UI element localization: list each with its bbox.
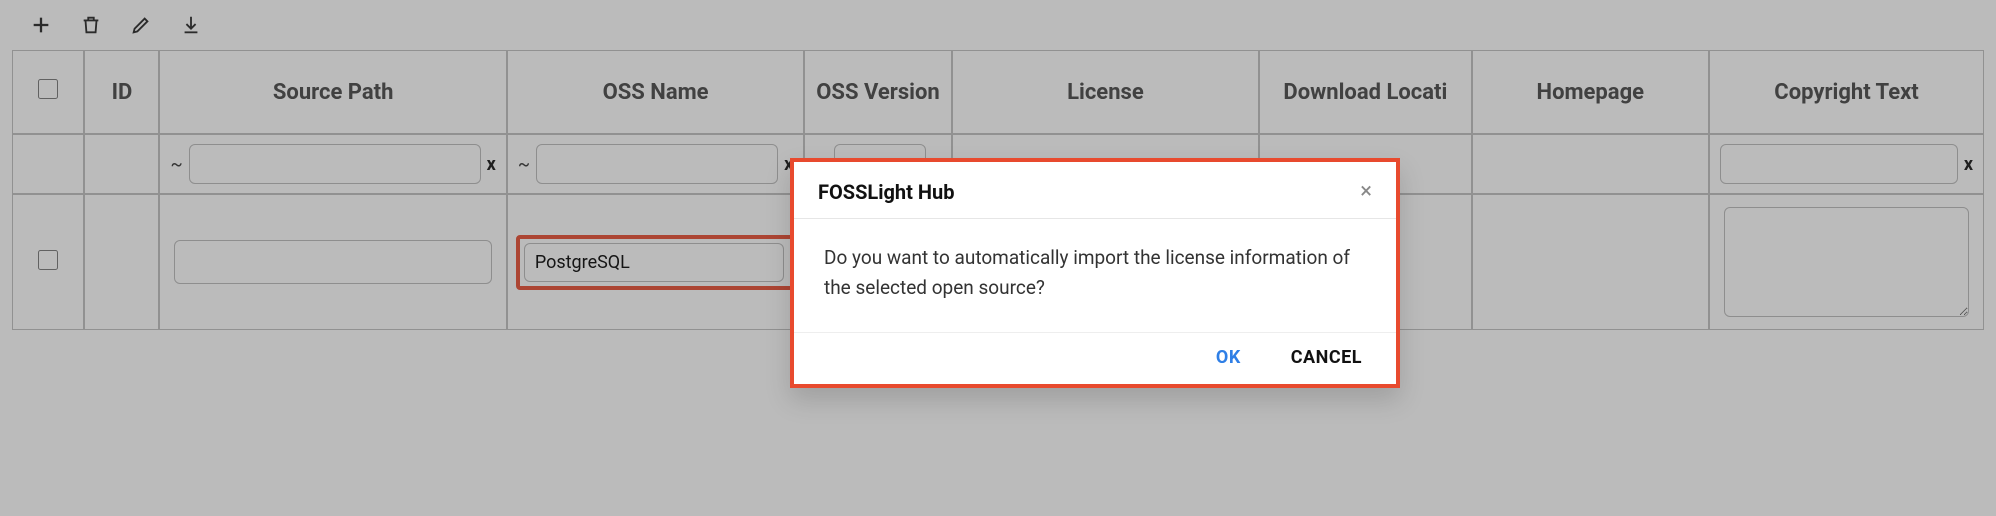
dialog-title: FOSSLight Hub <box>818 180 954 204</box>
close-icon[interactable]: × <box>1360 181 1372 203</box>
confirm-dialog: FOSSLight Hub × Do you want to automatic… <box>790 158 1400 388</box>
cancel-button[interactable]: CANCEL <box>1291 347 1362 368</box>
dialog-message: Do you want to automatically import the … <box>794 219 1396 332</box>
ok-button[interactable]: OK <box>1216 347 1241 368</box>
